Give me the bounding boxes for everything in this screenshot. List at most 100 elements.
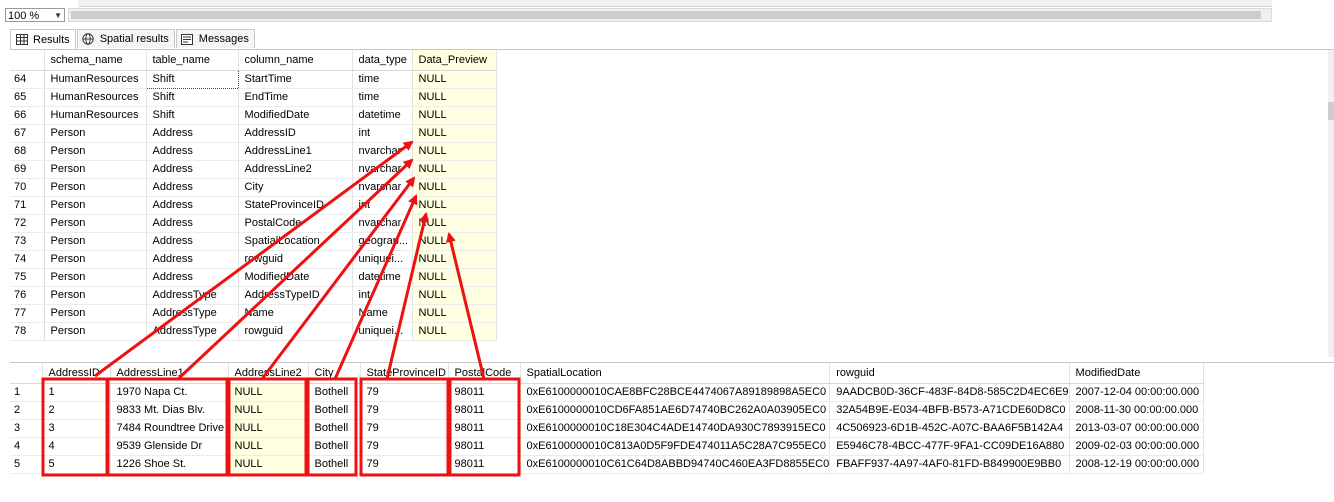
table-cell[interactable]: EndTime: [238, 88, 353, 107]
table-cell[interactable]: 98011: [448, 455, 521, 474]
table-row[interactable]: 74 Person Address rowguid uniquei... NULL: [10, 250, 497, 269]
table-cell[interactable]: 4C506923-6D1B-452C-A07C-BAA6F5B142A4: [829, 419, 1070, 438]
table-cell[interactable]: 4: [42, 437, 111, 456]
table-row[interactable]: 77 Person AddressType Name Name NULL: [10, 304, 497, 323]
table-row[interactable]: 72 Person Address PostalCode nvarchar NULL: [10, 214, 497, 233]
table-cell[interactable]: nvarchar: [352, 178, 413, 197]
table-cell[interactable]: 79: [360, 455, 449, 474]
table-cell[interactable]: NULL: [412, 214, 497, 233]
row-number[interactable]: 77: [10, 304, 45, 323]
table-cell[interactable]: NULL: [412, 232, 497, 251]
row-number[interactable]: 66: [10, 106, 45, 125]
table-cell[interactable]: Person: [44, 232, 147, 251]
table-cell[interactable]: Address: [146, 268, 239, 287]
table-row[interactable]: 78 Person AddressType rowguid uniquei... NULL: [10, 322, 497, 341]
column-header[interactable]: AddressLine2: [228, 363, 309, 384]
table-cell[interactable]: NULL: [228, 401, 309, 420]
table-cell[interactable]: 79: [360, 419, 449, 438]
table-cell[interactable]: uniquei...: [352, 250, 413, 269]
table-cell[interactable]: 32A54B9E-E034-4BFB-B573-A71CDE60D8C0: [829, 401, 1070, 420]
table-cell[interactable]: NULL: [412, 142, 497, 161]
table-cell[interactable]: 9AADCB0D-36CF-483F-84D8-585C2D4EC6E9: [829, 383, 1070, 402]
table-cell[interactable]: NULL: [228, 437, 309, 456]
column-header[interactable]: Data_Preview: [412, 50, 497, 71]
results-grid-columns[interactable]: schema_name table_name column_name data_…: [10, 49, 1334, 357]
row-number[interactable]: 64: [10, 70, 45, 89]
tab-spatial-results[interactable]: Spatial results: [76, 29, 175, 48]
table-cell[interactable]: 3: [42, 419, 111, 438]
table-cell[interactable]: Bothell: [308, 419, 361, 438]
column-header[interactable]: schema_name: [44, 50, 147, 71]
table-cell[interactable]: AddressLine2: [238, 160, 353, 179]
table-cell[interactable]: Address: [146, 250, 239, 269]
table-cell[interactable]: 1: [42, 383, 111, 402]
column-header[interactable]: AddressLine1: [110, 363, 229, 384]
table-cell[interactable]: 2008-11-30 00:00:00.000: [1069, 401, 1204, 420]
table-row[interactable]: 73 Person Address SpatialLocation geograp...…: [10, 232, 497, 251]
table-cell[interactable]: rowguid: [238, 250, 353, 269]
table-cell[interactable]: 5: [42, 455, 111, 474]
table-cell[interactable]: NULL: [228, 383, 309, 402]
table-cell[interactable]: NULL: [412, 286, 497, 305]
table-cell[interactable]: ModifiedDate: [238, 268, 353, 287]
table-cell[interactable]: 98011: [448, 437, 521, 456]
row-number[interactable]: 71: [10, 196, 45, 215]
table-cell[interactable]: Person: [44, 322, 147, 341]
table-cell[interactable]: 2007-12-04 00:00:00.000: [1069, 383, 1204, 402]
table-row[interactable]: 66 HumanResources Shift ModifiedDate datetim…: [10, 106, 497, 125]
table-cell[interactable]: nvarchar: [352, 160, 413, 179]
table-cell[interactable]: datetime: [352, 268, 413, 287]
table-cell[interactable]: 79: [360, 437, 449, 456]
row-number[interactable]: 72: [10, 214, 45, 233]
table-cell[interactable]: 2013-03-07 00:00:00.000: [1069, 419, 1204, 438]
column-header[interactable]: StateProvinceID: [360, 363, 449, 384]
row-number[interactable]: 2: [10, 401, 43, 420]
table-cell[interactable]: Person: [44, 268, 147, 287]
table-cell[interactable]: 9833 Mt. Dias Blv.: [110, 401, 229, 420]
table-cell[interactable]: Person: [44, 214, 147, 233]
table-cell[interactable]: 2008-12-19 00:00:00.000: [1069, 455, 1204, 474]
table-cell[interactable]: 98011: [448, 419, 521, 438]
table-cell[interactable]: time: [352, 88, 413, 107]
table-cell[interactable]: ModifiedDate: [238, 106, 353, 125]
table-cell[interactable]: 1226 Shoe St.: [110, 455, 229, 474]
table-cell[interactable]: nvarchar: [352, 142, 413, 161]
table-cell[interactable]: 98011: [448, 401, 521, 420]
table-cell[interactable]: time: [352, 70, 413, 89]
table-cell[interactable]: Bothell: [308, 383, 361, 402]
table-cell[interactable]: E5946C78-4BCC-477F-9FA1-CC09DE16A880: [829, 437, 1070, 456]
table-cell[interactable]: 7484 Roundtree Drive: [110, 419, 229, 438]
table-cell[interactable]: nvarchar: [352, 214, 413, 233]
table-cell[interactable]: Bothell: [308, 401, 361, 420]
table-cell[interactable]: 98011: [448, 383, 521, 402]
table-cell[interactable]: Person: [44, 124, 147, 143]
table-cell[interactable]: NULL: [412, 196, 497, 215]
vertical-scrollbar[interactable]: [1328, 50, 1334, 357]
row-number[interactable]: 3: [10, 419, 43, 438]
table-cell[interactable]: geograp...: [352, 232, 413, 251]
table-cell[interactable]: FBAFF937-4A97-4AF0-81FD-B849900E9BB0: [829, 455, 1070, 474]
table-cell[interactable]: Name: [352, 304, 413, 323]
table-cell[interactable]: City: [238, 178, 353, 197]
table-cell[interactable]: AddressType: [146, 304, 239, 323]
table-cell[interactable]: Person: [44, 160, 147, 179]
table-row[interactable]: 64 HumanResources Shift StartTime time NULL: [10, 69, 497, 89]
table-row[interactable]: 76 Person AddressType AddressTypeID int NULL: [10, 286, 497, 305]
table-cell[interactable]: rowguid: [238, 322, 353, 341]
table-cell[interactable]: Person: [44, 286, 147, 305]
table-cell[interactable]: int: [352, 124, 413, 143]
table-row[interactable]: 68 Person Address AddressLine1 nvarchar NULL: [10, 142, 497, 161]
table-cell[interactable]: uniquei...: [352, 322, 413, 341]
horizontal-scrollbar[interactable]: [68, 8, 1272, 22]
table-cell[interactable]: NULL: [412, 124, 497, 143]
table-cell[interactable]: NULL: [412, 160, 497, 179]
table-cell[interactable]: Person: [44, 196, 147, 215]
table-cell[interactable]: 79: [360, 383, 449, 402]
table-cell[interactable]: Name: [238, 304, 353, 323]
column-header[interactable]: rowguid: [829, 363, 1070, 384]
row-number-header[interactable]: [10, 363, 43, 384]
row-number[interactable]: 67: [10, 124, 45, 143]
table-cell[interactable]: PostalCode: [238, 214, 353, 233]
table-cell[interactable]: NULL: [412, 250, 497, 269]
table-cell[interactable]: Address: [146, 232, 239, 251]
